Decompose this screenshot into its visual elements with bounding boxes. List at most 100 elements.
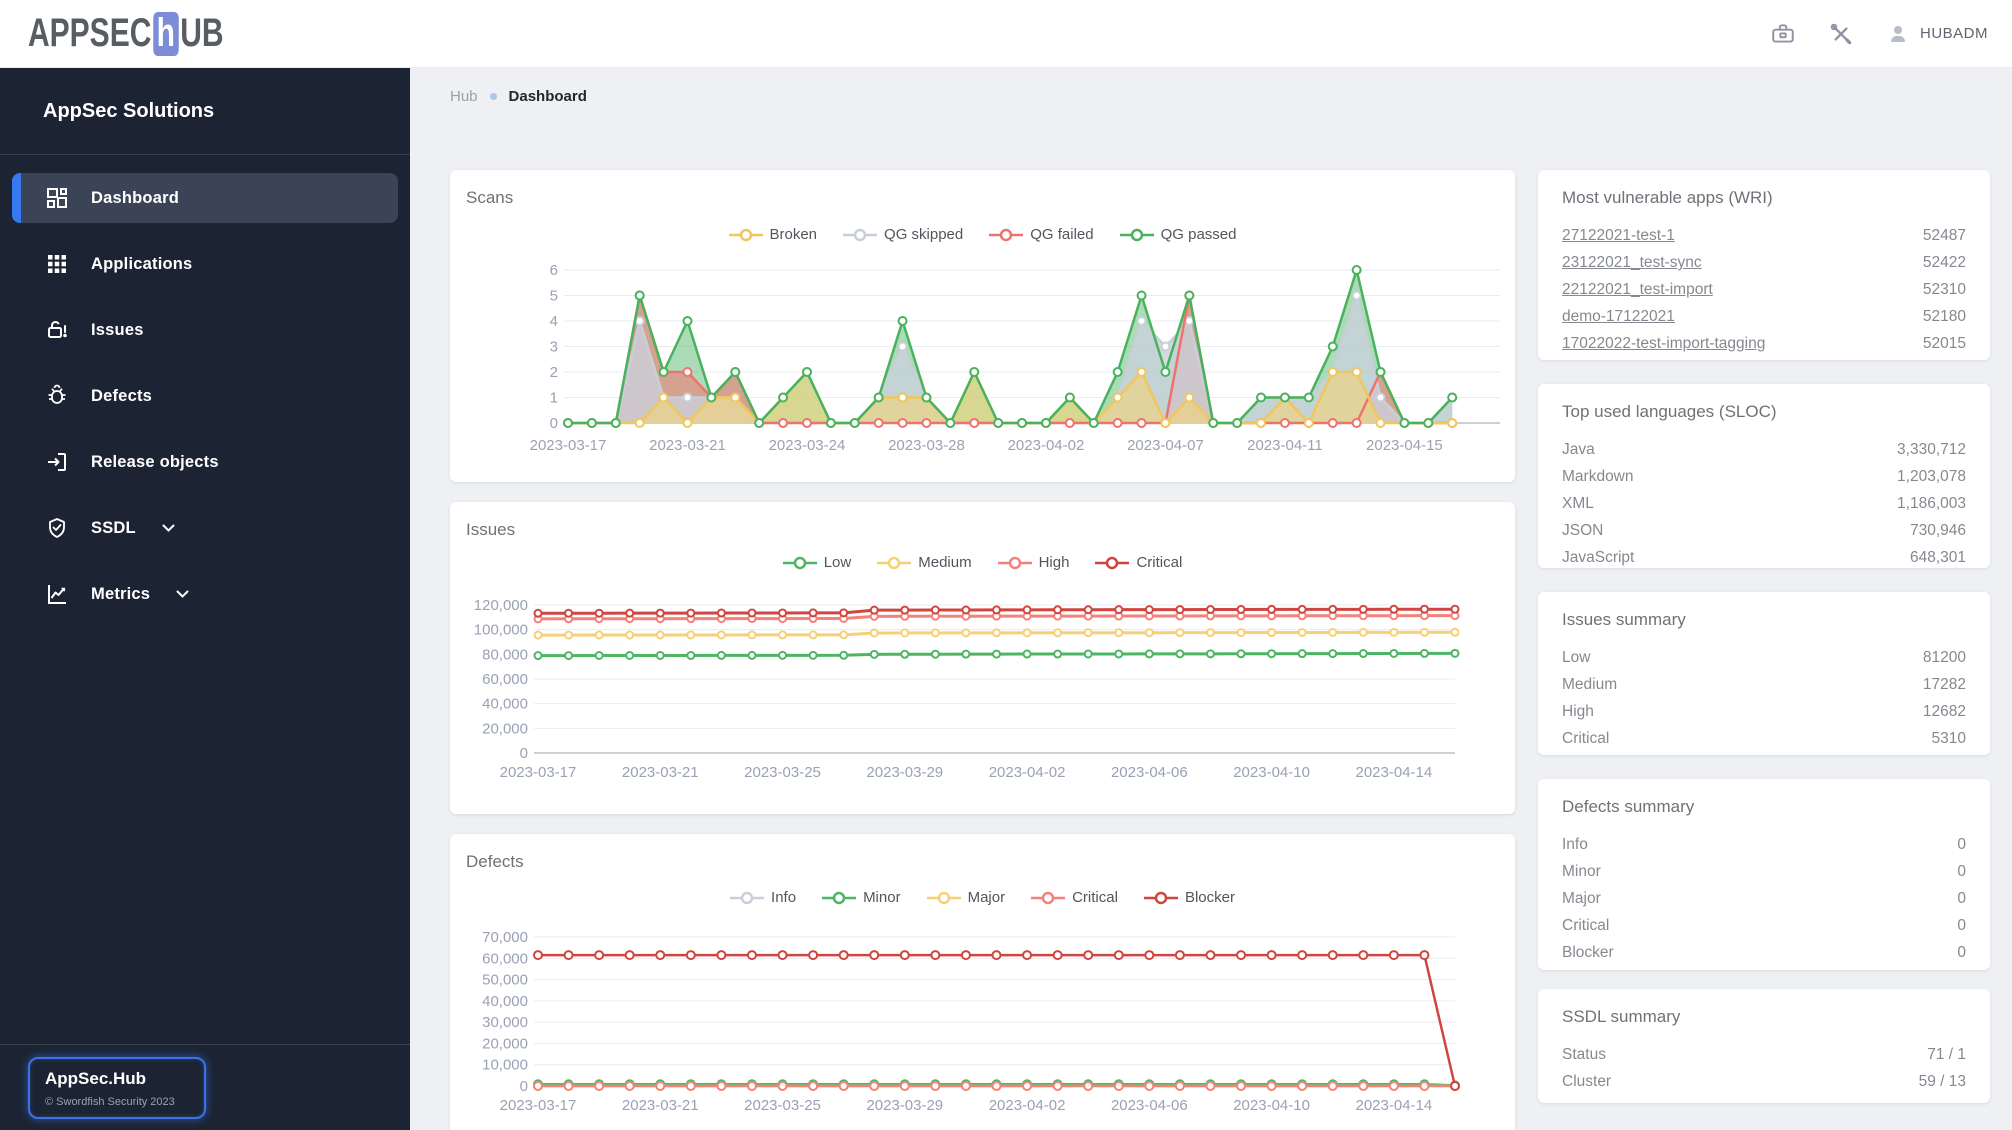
sidebar-title: AppSec Solutions (0, 68, 410, 155)
list-item: Major 0 (1562, 885, 1966, 912)
sidebar-item-defects[interactable]: Defects (12, 371, 398, 421)
svg-text:2023-03-25: 2023-03-25 (744, 1097, 821, 1114)
svg-text:2023-04-14: 2023-04-14 (1355, 1097, 1432, 1114)
list-item: Low 81200 (1562, 644, 1966, 671)
user-icon (1890, 25, 1905, 42)
language-name: JavaScript (1562, 549, 1635, 566)
metric-label: Status (1562, 1046, 1606, 1063)
breadcrumb-root-link[interactable]: Hub (450, 88, 478, 105)
svg-text:2023-04-02: 2023-04-02 (989, 1097, 1066, 1114)
sidebar-footer: AppSec.Hub © Swordfish Security 2023 (0, 1044, 410, 1130)
breadcrumb-current: Dashboard (508, 88, 587, 105)
language-name: Java (1562, 441, 1595, 458)
wri-value: 52015 (1922, 335, 1966, 352)
svg-text:2023-03-29: 2023-03-29 (866, 764, 943, 781)
severity-label: Critical (1562, 730, 1610, 747)
sidebar-item-label: Applications (91, 254, 193, 273)
sidebar-item-applications[interactable]: Applications (12, 239, 398, 289)
app-link[interactable]: 27122021-test-1 (1562, 222, 1675, 249)
metric-label: Cluster (1562, 1073, 1612, 1090)
svg-text:30,000: 30,000 (482, 1014, 528, 1031)
sloc-value: 648,301 (1909, 549, 1966, 566)
most-vulnerable-apps-list: 27122021-test-1 52487 23122021_test-sync 5… (1562, 222, 1966, 357)
app-logo[interactable]: APPSEC h UB (28, 11, 224, 56)
svg-text:2023-03-17: 2023-03-17 (500, 1097, 577, 1114)
issues-summary-list: Low 81200 Medium 17282 High 12682 Critical 5… (1562, 644, 1966, 752)
svg-text:2: 2 (550, 364, 558, 381)
list-item: 27122021-test-1 52487 (1562, 222, 1966, 249)
svg-text:2023-03-21: 2023-03-21 (622, 1097, 699, 1114)
metric-value: 59 / 13 (1918, 1073, 1966, 1090)
sidebar-footer-box[interactable]: AppSec.Hub © Swordfish Security 2023 (28, 1057, 206, 1119)
sidebar-item-label: Issues (91, 320, 144, 339)
metric-value: 71 / 1 (1927, 1046, 1966, 1063)
sidebar-item-ssdl[interactable]: SSDL (12, 503, 398, 553)
wri-value: 52310 (1922, 281, 1966, 298)
svg-text:70,000: 70,000 (482, 929, 528, 946)
svg-text:0: 0 (520, 1078, 528, 1095)
list-item: demo-17122021 52180 (1562, 303, 1966, 330)
severity-label: Major (1562, 890, 1601, 907)
svg-text:2023-04-02: 2023-04-02 (989, 764, 1066, 781)
sidebar-item-issues[interactable]: Issues (12, 305, 398, 355)
most-vulnerable-apps-card: Most vulnerable apps (WRI) 27122021-test… (1538, 170, 1990, 360)
list-item: JSON 730,946 (1562, 517, 1966, 544)
app-root: APPSEC h UB HUBADM AppSec Solutions Dash… (0, 0, 2012, 1130)
count-value: 0 (1957, 836, 1966, 853)
chevron-down-icon (162, 524, 175, 532)
sidebar-nav: Dashboard Applications Issues Defects Re… (0, 155, 410, 619)
svg-text:100,000: 100,000 (474, 622, 528, 639)
app-link[interactable]: 17022022-test-import-tagging (1562, 330, 1765, 357)
card-title: Top used languages (SLOC) (1562, 402, 1777, 421)
svg-text:0: 0 (520, 745, 528, 762)
severity-label: Critical (1562, 917, 1610, 934)
header-actions: HUBADM (1770, 21, 1988, 47)
copyright: © Swordfish Security 2023 (45, 1096, 175, 1108)
svg-text:10,000: 10,000 (482, 1057, 528, 1074)
defects-summary-card: Defects summary Info 0 Minor 0 Major 0 Crit… (1538, 779, 1990, 970)
svg-text:5: 5 (550, 288, 558, 305)
sidebar-item-metrics[interactable]: Metrics (12, 569, 398, 619)
card-title: Most vulnerable apps (WRI) (1562, 188, 1773, 207)
sidebar-item-label: Dashboard (91, 188, 179, 207)
scans-chart: 0 1 2 3 4 5 6 2023-03-17 2023-03-21 2023-03-24 202… (530, 262, 1500, 454)
count-value: 5310 (1931, 730, 1966, 747)
sidebar: AppSec Solutions Dashboard Applications (0, 68, 410, 1130)
top-languages-list: Java 3,330,712 Markdown 1,203,078 XML 1,186… (1562, 436, 1966, 571)
app-link[interactable]: 23122021_test-sync (1562, 249, 1702, 276)
sidebar-item-release-objects[interactable]: Release objects (12, 437, 398, 487)
svg-text:2023-03-24: 2023-03-24 (769, 437, 846, 454)
list-item: Java 3,330,712 (1562, 436, 1966, 463)
ssdl-summary-list: Status 71 / 1 Cluster 59 / 13 (1562, 1041, 1966, 1095)
issues-summary-card: Issues summary Low 81200 Medium 17282 High… (1538, 592, 1990, 755)
language-name: Markdown (1562, 468, 1634, 485)
list-item: 17022022-test-import-tagging 52015 (1562, 330, 1966, 357)
top-languages-card: Top used languages (SLOC) Java 3,330,712 … (1538, 384, 1990, 568)
toolbox-icon[interactable] (1770, 21, 1796, 47)
svg-text:50,000: 50,000 (482, 972, 528, 989)
sidebar-item-dashboard[interactable]: Dashboard (12, 173, 398, 223)
svg-text:20,000: 20,000 (482, 720, 528, 737)
applications-icon (48, 255, 66, 273)
app-link[interactable]: demo-17122021 (1562, 303, 1675, 330)
chevron-down-icon (176, 590, 189, 598)
list-item: Markdown 1,203,078 (1562, 463, 1966, 490)
bug-icon (48, 384, 66, 404)
svg-text:2023-04-14: 2023-04-14 (1355, 764, 1432, 781)
count-value: 0 (1957, 890, 1966, 907)
svg-text:2023-04-02: 2023-04-02 (1008, 437, 1085, 454)
card-title: SSDL summary (1562, 1007, 1681, 1026)
svg-text:2023-03-21: 2023-03-21 (622, 764, 699, 781)
product-name: AppSec.Hub (45, 1069, 147, 1088)
svg-text:2023-04-11: 2023-04-11 (1247, 437, 1323, 454)
tools-icon[interactable] (1828, 21, 1854, 47)
svg-text:40,000: 40,000 (482, 696, 528, 713)
username: HUBADM (1919, 25, 1988, 42)
issues-chart-card: Issues Low Medium High Critical 0 20,000 40,0… (450, 502, 1515, 814)
user-menu[interactable]: HUBADM (1886, 22, 1988, 46)
severity-label: Minor (1562, 863, 1601, 880)
severity-label: High (1562, 703, 1594, 720)
app-link[interactable]: 22122021_test-import (1562, 276, 1713, 303)
svg-text:2023-03-25: 2023-03-25 (744, 764, 821, 781)
card-title: Issues summary (1562, 610, 1686, 629)
